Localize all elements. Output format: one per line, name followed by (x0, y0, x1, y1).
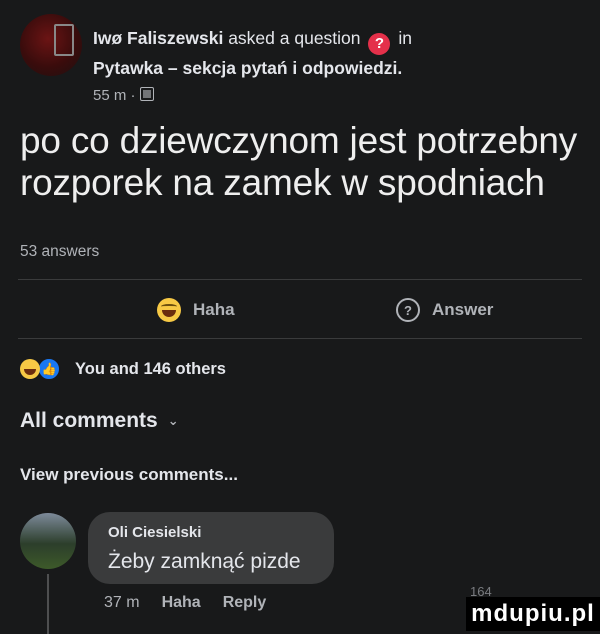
chevron-down-icon: ⌄ (167, 413, 179, 428)
all-comments-label: All comments (20, 409, 158, 432)
author-name[interactable]: Iwø Faliszewski (93, 28, 223, 48)
author-avatar[interactable] (20, 14, 82, 76)
like-reaction-icon: 👍 (37, 357, 61, 381)
post-time[interactable]: 55 m · (93, 87, 136, 104)
reactions-summary[interactable]: 👍 You and 146 others (20, 357, 226, 381)
question-text: po co dziewczynom jest potrzebny rozpore… (20, 120, 578, 203)
public-globe-icon (139, 87, 154, 101)
thread-line (47, 574, 49, 634)
in-text: in (398, 28, 413, 48)
comment-text: Żeby zamknąć pizde (108, 550, 301, 573)
action-text: asked a question (228, 28, 361, 48)
answer-label: Answer (432, 300, 494, 319)
answers-count[interactable]: 53 answers (20, 243, 99, 261)
answer-bubble-icon: ? (396, 298, 420, 322)
view-previous-comments-link[interactable]: View previous comments... (20, 465, 238, 485)
watermark: mdupiu.pl (466, 597, 600, 631)
commenter-avatar[interactable] (20, 513, 76, 569)
answer-button[interactable]: ? Answer (396, 295, 493, 325)
haha-button[interactable]: Haha (157, 295, 235, 325)
divider (18, 279, 582, 280)
haha-emoji-icon (157, 298, 181, 322)
comment-haha-button[interactable]: Haha (162, 594, 201, 612)
all-comments-filter[interactable]: All comments ⌄ (20, 409, 179, 433)
comment-reply-button[interactable]: Reply (223, 594, 267, 612)
group-name[interactable]: Pytawka – sekcja pytań i odpowiedzi. (93, 58, 402, 79)
comment-author[interactable]: Oli Ciesielski (108, 524, 201, 541)
post-header: Iwø Faliszewski asked a question ? in (93, 28, 412, 55)
haha-reaction-icon (20, 359, 40, 379)
divider (18, 338, 582, 339)
post-meta: 55 m · (93, 87, 154, 104)
comment-time[interactable]: 37 m (104, 594, 140, 612)
haha-label: Haha (193, 300, 235, 319)
comment-actions: 37 m Haha Reply (104, 594, 266, 612)
reactions-summary-text: You and 146 others (75, 359, 226, 378)
question-badge-icon: ? (368, 33, 391, 55)
